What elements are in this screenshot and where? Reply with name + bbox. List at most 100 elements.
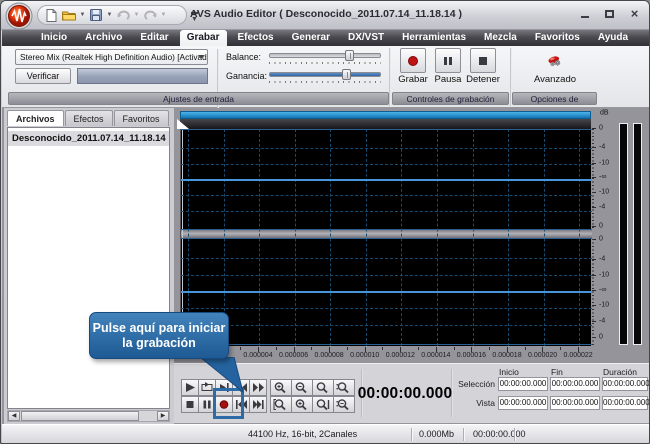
channel-edge-line [181,238,592,239]
db-label: -4 [599,204,605,211]
minimize-button[interactable] [576,6,593,21]
panel-tab-archivos[interactable]: Archivos [7,110,64,126]
db-label: 0 [599,236,603,243]
time-minor-tick [382,347,383,350]
selection-field[interactable]: 00:00:00.000 [550,396,600,410]
zoom-cursor-button[interactable] [312,396,334,413]
go-end-icon [251,398,266,411]
advanced-button[interactable] [541,48,569,73]
input-device-select[interactable]: Stereo Mix (Realtek High Definition Audi… [15,49,208,65]
selection-field[interactable]: 00:00:00.000 [550,377,600,391]
time-minor-tick [525,347,526,350]
record-ribbon-button[interactable] [400,48,426,73]
menu-tab-mezcla[interactable]: Mezcla [477,30,524,46]
level-meter-right [633,123,642,345]
menu-tab-efectos[interactable]: Efectos [231,30,281,46]
input-level-meter [77,68,208,84]
stop-button[interactable] [181,396,199,413]
time-minor-tick [454,347,455,350]
pause-ribbon-button[interactable] [435,48,461,73]
waveform-display[interactable] [180,129,591,346]
zoom-selection-button[interactable] [270,396,292,413]
waveform-top-ruler[interactable] [180,119,591,129]
status-divider [411,428,412,441]
balance-slider-track[interactable] [269,53,381,58]
zoom-vertical-out-button[interactable] [333,396,355,413]
scrollbar-thumb[interactable] [21,411,139,421]
db-label: 0 [599,125,603,132]
verify-button[interactable]: Verificar [15,68,71,84]
panel-tab-favoritos[interactable]: Favoritos [114,110,169,126]
file-list-scrollbar[interactable]: ◀ ▶ [7,410,170,422]
maximize-button[interactable] [601,6,618,21]
db-label: 0 [599,334,603,341]
gain-slider-thumb[interactable] [342,69,351,80]
db-label: -4 [599,318,605,325]
options-group-caption: Opciones de grabación [512,92,597,105]
menu-tab-favoritos[interactable]: Favoritos [528,30,587,46]
selection-field[interactable]: 00:00:00.000 [602,377,648,391]
time-minor-tick [560,347,561,350]
playhead-marker-icon[interactable] [177,119,189,129]
zoom-restore-button[interactable] [312,379,334,396]
record-icon [407,55,419,67]
time-label: 0.000008 [314,352,343,359]
fast-forward-button[interactable] [249,379,267,396]
menu-tab-archivo[interactable]: Archivo [78,30,129,46]
db-label: -∞ [599,287,606,294]
gain-slider-track[interactable] [269,72,381,77]
zoom-selection-icon [273,398,289,411]
input-group-caption: Ajustes de entrada [8,92,389,105]
menu-bar: InicioArchivoEditar GrabarEfectosGenerarD… [2,30,650,46]
selection-field[interactable]: 00:00:00.000 [498,396,548,410]
time-display: 00:00:00.000 [357,385,453,403]
ribbon: Stereo Mix (Realtek High Definition Audi… [2,46,650,108]
title-bar: ▼ ▼ ▼ ▼ ▬▼ AVS Audio Editor ( Desconocid… [1,1,650,30]
balance-slider-thumb[interactable] [345,50,354,61]
selection-field[interactable]: 00:00:00.000 [602,396,648,410]
scroll-left-arrow-icon[interactable]: ◀ [8,411,20,421]
scroll-right-arrow-icon[interactable]: ▶ [157,411,169,421]
stop-ribbon-button[interactable] [470,48,496,73]
time-minor-tick [240,347,241,350]
group-divider [389,48,391,106]
advanced-options-icon [547,50,563,72]
file-list[interactable]: Desconocido_2011.07.14_11.18.14 [7,127,170,409]
menu-tab-generar[interactable]: Generar [285,30,337,46]
db-label: -10 [599,189,609,196]
zoom-custom-icon [294,398,310,411]
menu-tab-dx-vst[interactable]: DX/VST [341,30,391,46]
time-label: 0.000020 [528,352,557,359]
zoom-in-button[interactable] [270,379,292,396]
channel-edge-line [181,229,592,230]
waveform-scrollbar[interactable] [180,111,591,119]
time-label: 0.000012 [386,352,415,359]
menu-tab-ayuda[interactable]: Ayuda [591,30,635,46]
zoom-out-button[interactable] [291,379,313,396]
status-time: 00:00:00.000 [473,429,526,439]
menu-tab-herramientas[interactable]: Herramientas [395,30,473,46]
zoom-vertical-in-icon [336,381,352,394]
time-minor-tick [347,347,348,350]
panel-tabs: ArchivosEfectosFavoritos [7,110,170,126]
selection-field[interactable]: 00:00:00.000 [498,377,548,391]
menu-tab-grabar[interactable]: Grabar [180,30,227,46]
close-button[interactable]: × [626,6,643,21]
input-device-value: Stereo Mix (Realtek High Definition Audi… [20,52,208,62]
zoom-custom-button[interactable] [291,396,313,413]
zoom-vertical-in-button[interactable] [333,379,355,396]
go-end-button[interactable] [249,396,267,413]
tooltip-line2: la grabación [90,336,228,351]
file-list-item[interactable]: Desconocido_2011.07.14_11.18.14 [8,131,169,146]
menu-tab-editar[interactable]: Editar [133,30,175,46]
advanced-button-label: Avanzado [532,74,578,85]
menu-tab-inicio[interactable]: Inicio [34,30,74,46]
time-label: 0.000018 [492,352,521,359]
db-label: -10 [599,272,609,279]
record-group-caption: Controles de grabación [392,92,509,105]
time-minor-tick [489,347,490,350]
stop-icon [183,398,198,411]
gain-label: Ganancia: [226,71,267,81]
zoom-vertical-out-icon [336,398,352,411]
panel-tab-efectos[interactable]: Efectos [65,110,113,126]
